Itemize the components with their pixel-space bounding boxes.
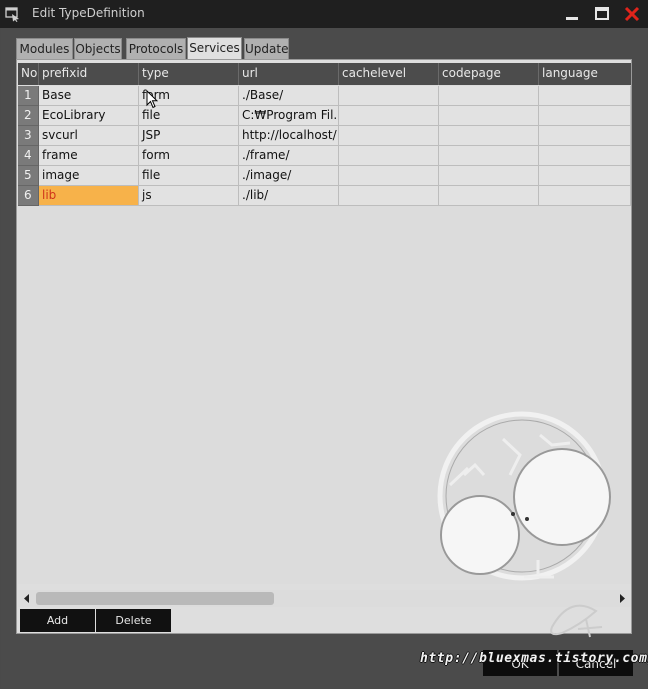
maximize-icon bbox=[595, 7, 609, 20]
cell-type[interactable]: JSP bbox=[139, 126, 239, 146]
column-header-prefixid[interactable]: prefixid bbox=[39, 63, 139, 85]
table-row[interactable]: 5 image file ./image/ bbox=[18, 166, 631, 186]
cell-type[interactable]: js bbox=[139, 186, 239, 206]
cell-prefixid[interactable]: image bbox=[39, 166, 139, 186]
column-header-codepage[interactable]: codepage bbox=[439, 63, 539, 85]
table-row[interactable]: 4 frame form ./frame/ bbox=[18, 146, 631, 166]
tab-update[interactable]: Update bbox=[244, 38, 289, 59]
cell-cachelevel[interactable] bbox=[339, 126, 439, 146]
title-bar: Edit TypeDefinition bbox=[0, 0, 648, 28]
cell-cachelevel[interactable] bbox=[339, 106, 439, 126]
tab-services[interactable]: Services bbox=[187, 37, 242, 59]
cell-prefixid[interactable]: EcoLibrary bbox=[39, 106, 139, 126]
cell-cachelevel[interactable] bbox=[339, 186, 439, 206]
cell-prefixid-selected[interactable]: lib bbox=[39, 186, 139, 206]
cell-type[interactable]: file bbox=[139, 166, 239, 186]
cell-language[interactable] bbox=[539, 86, 631, 106]
cell-codepage[interactable] bbox=[439, 146, 539, 166]
cell-prefixid[interactable]: svcurl bbox=[39, 126, 139, 146]
delete-button[interactable]: Delete bbox=[96, 609, 171, 632]
table-row[interactable]: 2 EcoLibrary file C:₩Program Fil... bbox=[18, 106, 631, 126]
cell-type[interactable]: file bbox=[139, 106, 239, 126]
mouse-cursor-icon bbox=[146, 90, 158, 109]
grid-header: No prefixid type url cachelevel codepage… bbox=[18, 63, 631, 85]
cell-url[interactable]: C:₩Program Fil... bbox=[239, 106, 339, 126]
cell-cachelevel[interactable] bbox=[339, 146, 439, 166]
add-button[interactable]: Add bbox=[20, 609, 95, 632]
maximize-button[interactable] bbox=[588, 4, 616, 24]
close-icon bbox=[624, 6, 640, 22]
cell-codepage[interactable] bbox=[439, 86, 539, 106]
column-header-url[interactable]: url bbox=[239, 63, 339, 85]
cell-language[interactable] bbox=[539, 186, 631, 206]
cell-url[interactable]: ./frame/ bbox=[239, 146, 339, 166]
tab-modules[interactable]: Modules bbox=[16, 38, 73, 59]
horizontal-scrollbar[interactable] bbox=[18, 590, 631, 607]
cell-codepage[interactable] bbox=[439, 106, 539, 126]
cell-no: 3 bbox=[18, 126, 39, 146]
cell-url[interactable]: http://localhost/ bbox=[239, 126, 339, 146]
cell-cachelevel[interactable] bbox=[339, 86, 439, 106]
services-grid[interactable]: No prefixid type url cachelevel codepage… bbox=[18, 63, 631, 584]
tab-objects[interactable]: Objects bbox=[74, 38, 122, 59]
table-row[interactable]: 1 Base form ./Base/ bbox=[18, 86, 631, 106]
cell-codepage[interactable] bbox=[439, 166, 539, 186]
column-header-no[interactable]: No bbox=[18, 63, 39, 85]
cell-cachelevel[interactable] bbox=[339, 166, 439, 186]
cell-url[interactable]: ./image/ bbox=[239, 166, 339, 186]
watermark-url: http://bluexmas.tistory.com/ bbox=[420, 651, 648, 666]
cell-language[interactable] bbox=[539, 146, 631, 166]
cell-no: 5 bbox=[18, 166, 39, 186]
cell-url[interactable]: ./Base/ bbox=[239, 86, 339, 106]
minimize-button[interactable] bbox=[558, 4, 586, 24]
scroll-left-icon[interactable] bbox=[22, 593, 32, 604]
scroll-right-icon[interactable] bbox=[617, 593, 627, 604]
column-header-cachelevel[interactable]: cachelevel bbox=[339, 63, 439, 85]
cell-prefixid[interactable]: Base bbox=[39, 86, 139, 106]
services-panel: No prefixid type url cachelevel codepage… bbox=[16, 59, 632, 634]
column-header-type[interactable]: type bbox=[139, 63, 239, 85]
cell-no: 4 bbox=[18, 146, 39, 166]
cell-language[interactable] bbox=[539, 126, 631, 146]
cell-codepage[interactable] bbox=[439, 186, 539, 206]
table-row[interactable]: 3 svcurl JSP http://localhost/ bbox=[18, 126, 631, 146]
cell-prefixid[interactable]: frame bbox=[39, 146, 139, 166]
cell-no: 2 bbox=[18, 106, 39, 126]
column-header-language[interactable]: language bbox=[539, 63, 631, 85]
minimize-icon bbox=[566, 17, 578, 20]
window-title: Edit TypeDefinition bbox=[32, 6, 145, 20]
app-window-icon bbox=[5, 7, 19, 22]
cell-no: 6 bbox=[18, 186, 39, 206]
cell-url[interactable]: ./lib/ bbox=[239, 186, 339, 206]
cell-no: 1 bbox=[18, 86, 39, 106]
cell-type[interactable]: form bbox=[139, 146, 239, 166]
scrollbar-thumb[interactable] bbox=[36, 592, 274, 605]
cell-language[interactable] bbox=[539, 106, 631, 126]
table-row-selected[interactable]: 6 lib js ./lib/ bbox=[18, 186, 631, 206]
close-button[interactable] bbox=[618, 4, 646, 24]
cell-language[interactable] bbox=[539, 166, 631, 186]
tab-protocols[interactable]: Protocols bbox=[126, 38, 186, 59]
cell-codepage[interactable] bbox=[439, 126, 539, 146]
